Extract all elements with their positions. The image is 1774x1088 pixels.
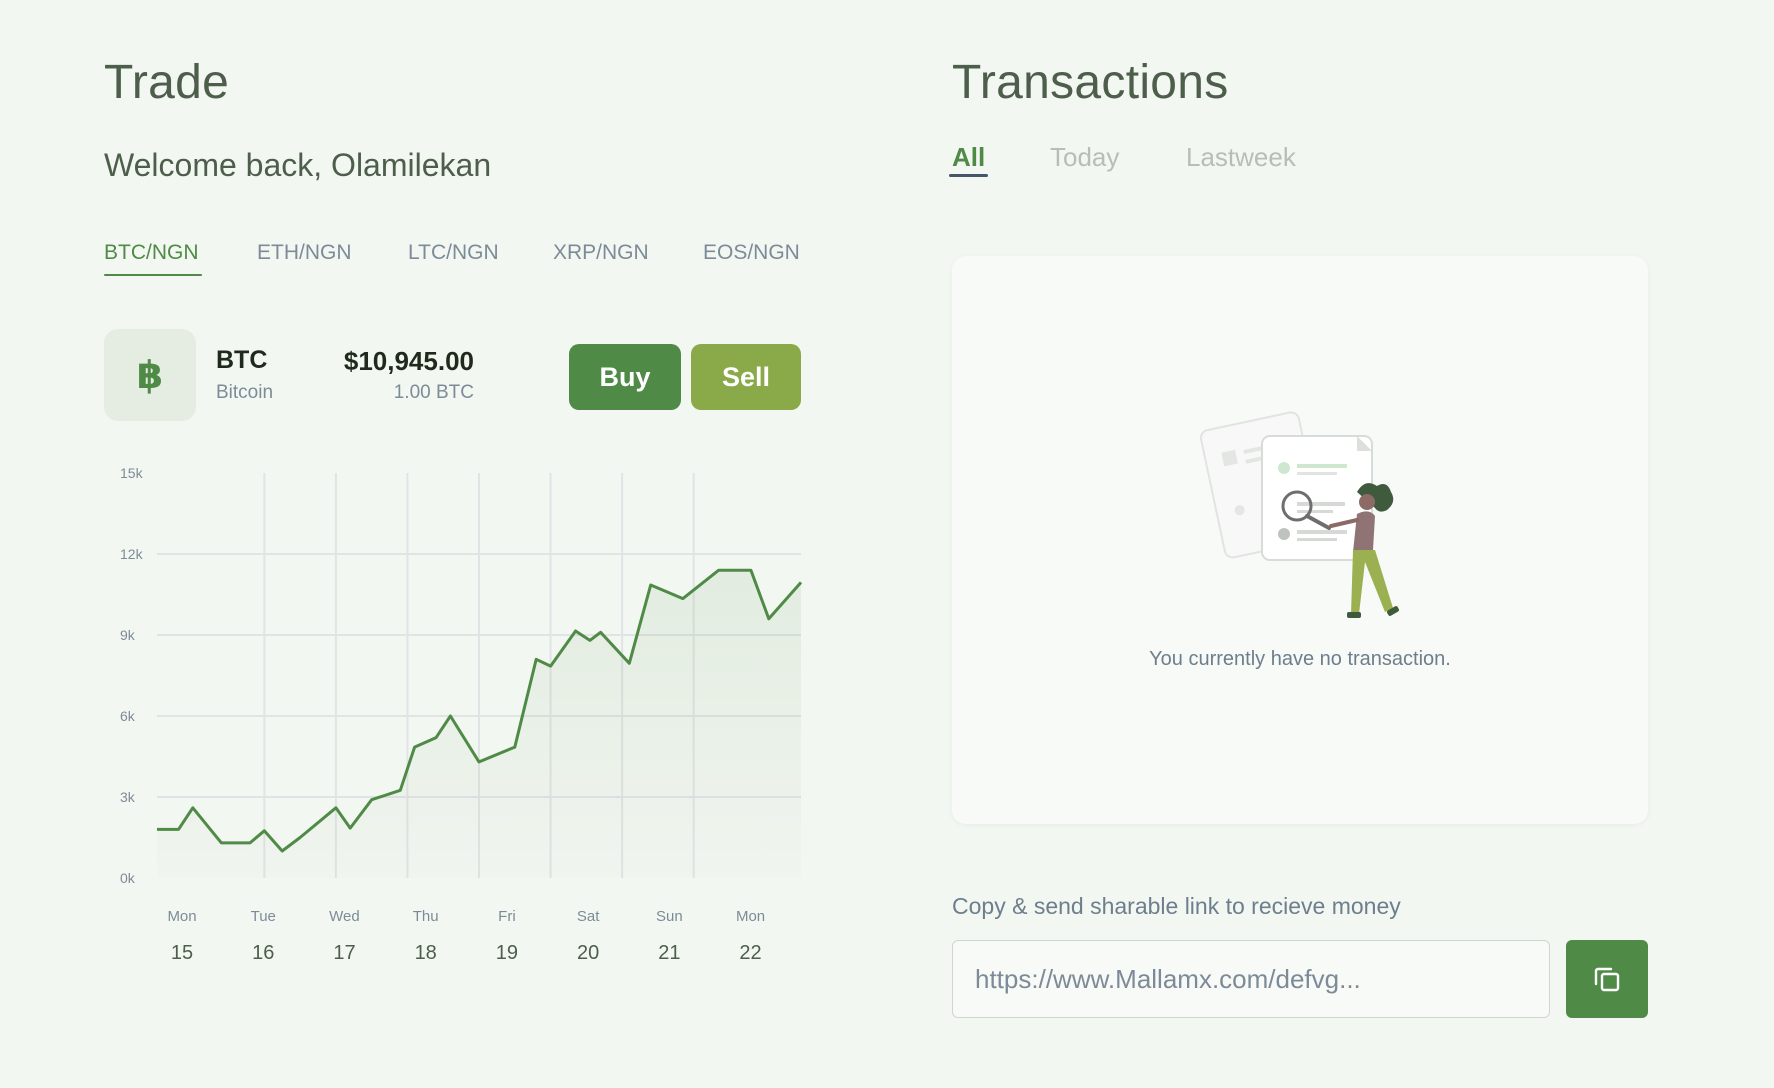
x-day-label: Sat: [577, 908, 600, 925]
y-tick-label: 3k: [120, 789, 136, 805]
x-day-label: Mon: [167, 908, 196, 925]
welcome-message: Welcome back, Olamilekan: [104, 147, 492, 183]
share-link-label: Copy & send sharable link to recieve mon…: [952, 893, 1401, 919]
coin-tile: ฿: [104, 329, 196, 421]
y-tick-label: 12k: [120, 546, 144, 562]
copy-icon: [1594, 967, 1620, 992]
tab-xrp-ngn[interactable]: XRP/NGN: [553, 241, 649, 265]
y-tick-label: 15k: [120, 465, 144, 481]
bitcoin-icon: ฿: [137, 355, 163, 395]
y-tick-label: 6k: [120, 708, 136, 724]
x-date-label: 16: [252, 942, 274, 964]
x-day-label: Wed: [329, 908, 360, 925]
tab-eth-ngn[interactable]: ETH/NGN: [257, 241, 352, 265]
tab-btc-ngn[interactable]: BTC/NGN: [104, 241, 199, 265]
x-date-label: 15: [171, 942, 193, 964]
copy-link-button[interactable]: [1566, 940, 1648, 1018]
buy-button[interactable]: Buy: [569, 344, 681, 410]
x-day-label: Thu: [413, 908, 439, 925]
empty-search-illustration: [1199, 411, 1399, 618]
svg-text:฿: ฿: [137, 355, 163, 395]
transactions-card: You currently have no transaction.: [952, 256, 1648, 824]
coin-amount: 1.00 BTC: [393, 382, 474, 403]
y-tick-label: 0k: [120, 870, 136, 886]
x-date-label: 21: [658, 942, 680, 964]
x-day-label: Sun: [656, 908, 683, 925]
tx-tab-indicator: [949, 174, 988, 177]
coin-symbol: BTC: [216, 346, 268, 374]
tab-today[interactable]: Today: [1050, 142, 1119, 173]
sell-button[interactable]: Sell: [691, 344, 801, 410]
x-day-label: Mon: [736, 908, 765, 925]
x-date-label: 18: [415, 942, 437, 964]
x-date-label: 20: [577, 942, 599, 964]
x-date-label: 19: [496, 942, 518, 964]
x-date-label: 22: [739, 942, 761, 964]
empty-state-message: You currently have no transaction.: [1149, 648, 1451, 670]
x-date-label: 17: [333, 942, 355, 964]
y-tick-label: 9k: [120, 627, 136, 643]
tab-all[interactable]: All: [952, 142, 985, 173]
price-chart: 15k 12k 9k 6k 3k 0k Mon 15 Tue 16 Wed 17 Thu 18 Fri 19 S…: [120, 465, 803, 964]
trade-title: Trade: [104, 56, 230, 109]
coin-name: Bitcoin: [216, 382, 274, 403]
share-link-input[interactable]: [952, 940, 1550, 1018]
tab-ltc-ngn[interactable]: LTC/NGN: [408, 241, 499, 265]
tab-eos-ngn[interactable]: EOS/NGN: [703, 241, 800, 265]
x-day-label: Tue: [251, 908, 276, 925]
active-tab-indicator: [104, 274, 202, 276]
transactions-title: Transactions: [952, 56, 1229, 109]
coin-price: $10,945.00: [343, 346, 474, 376]
x-day-label: Fri: [498, 908, 516, 925]
tab-lastweek[interactable]: Lastweek: [1186, 142, 1296, 173]
